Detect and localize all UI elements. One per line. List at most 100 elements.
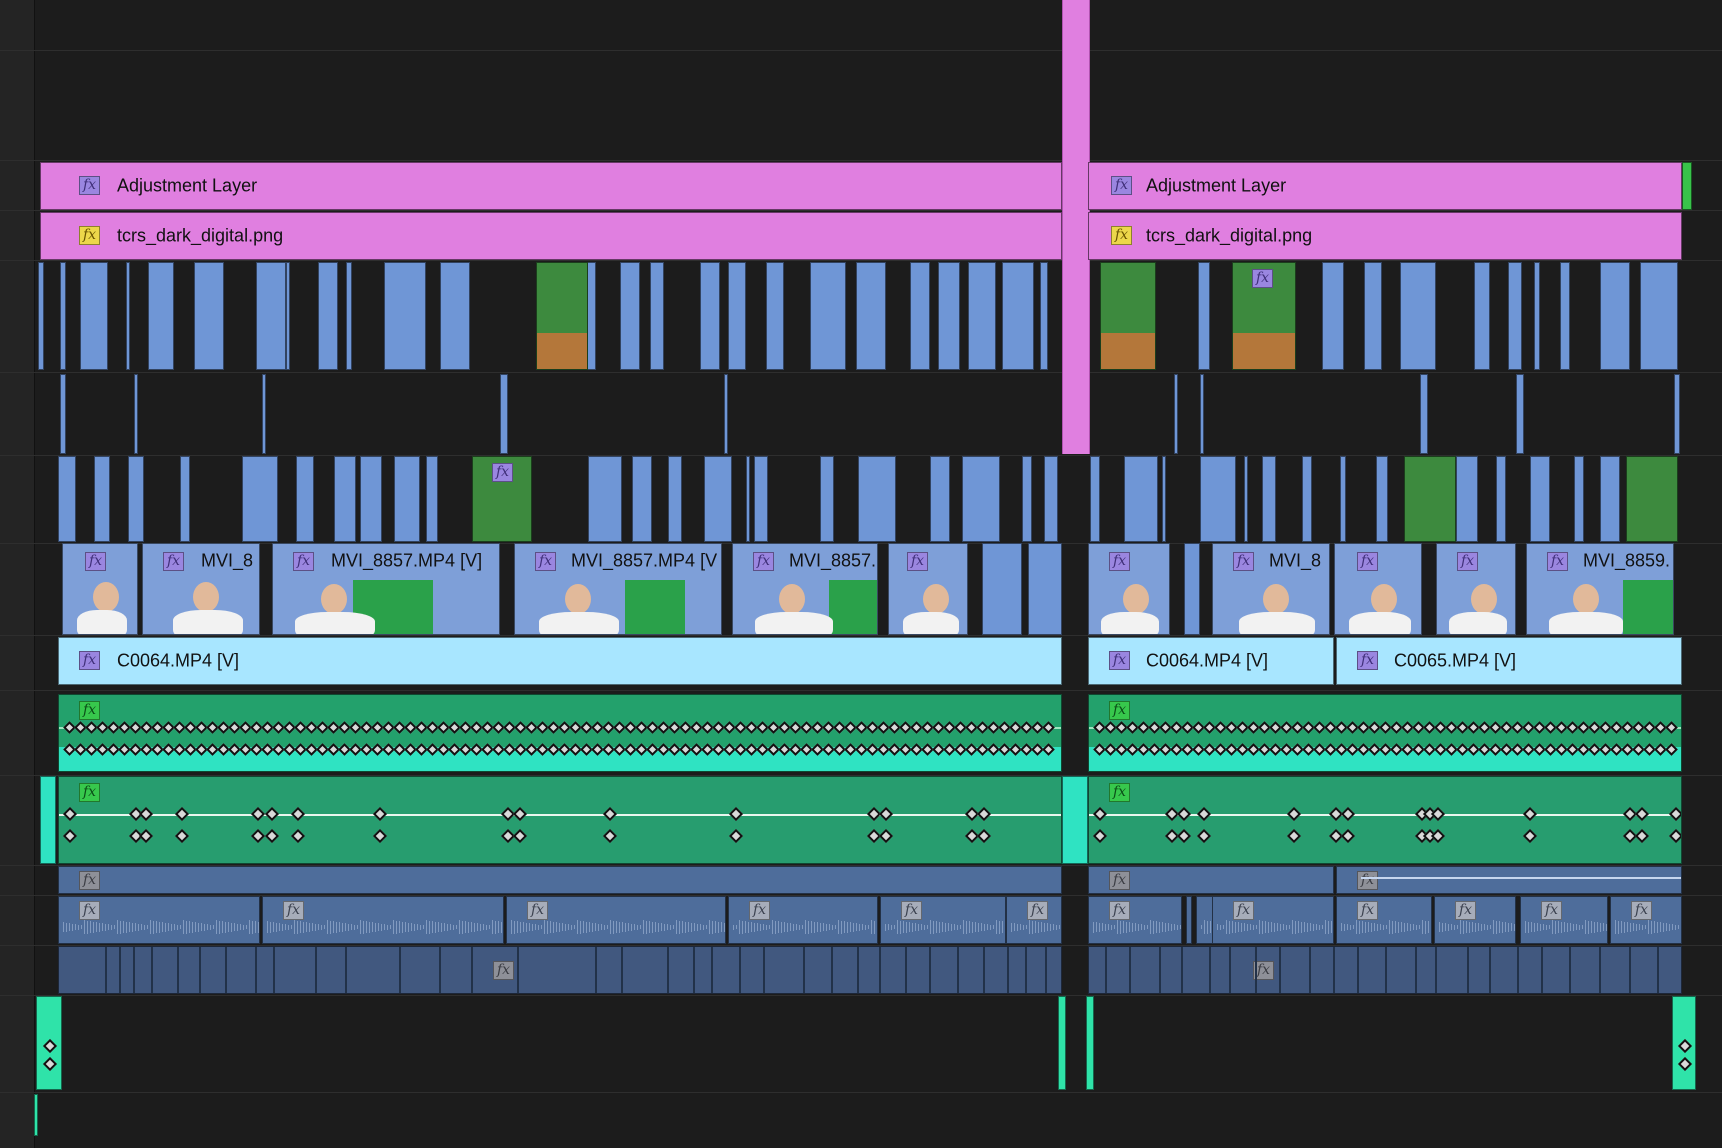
video-clip[interactable] xyxy=(1200,374,1204,454)
keyframe-icon[interactable] xyxy=(138,828,154,844)
keyframe-icon[interactable] xyxy=(602,806,618,822)
keyframe-icon[interactable] xyxy=(290,806,306,822)
keyframe-icon[interactable] xyxy=(1286,828,1302,844)
video-clip[interactable] xyxy=(968,262,996,370)
video-thumbnail-clip[interactable] xyxy=(1626,456,1678,542)
video-clip[interactable] xyxy=(1364,262,1382,370)
video-clip[interactable] xyxy=(384,262,426,370)
video-clip[interactable] xyxy=(194,262,224,370)
audio-clip[interactable] xyxy=(1086,996,1094,1090)
video-clip[interactable] xyxy=(58,456,76,542)
keyframe-icon[interactable] xyxy=(602,828,618,844)
audio-clip[interactable]: fx xyxy=(58,896,260,944)
video-clip[interactable] xyxy=(1174,374,1178,454)
png-clip[interactable]: fx tcrs_dark_digital.png xyxy=(1088,212,1682,260)
keyframe-icon[interactable] xyxy=(878,806,894,822)
video-clip[interactable] xyxy=(94,456,110,542)
keyframe-icon[interactable] xyxy=(1042,721,1055,734)
keyframe-icon[interactable] xyxy=(1092,828,1108,844)
keyframe-icon[interactable] xyxy=(1677,1038,1693,1054)
audio-clip[interactable]: fx xyxy=(1088,896,1182,944)
keyframe-icon[interactable] xyxy=(42,1056,58,1072)
video-thumbnail-clip[interactable] xyxy=(1100,262,1156,370)
keyframe-icon[interactable] xyxy=(1286,806,1302,822)
video-clip[interactable] xyxy=(1516,374,1524,454)
video-clip[interactable] xyxy=(1534,262,1540,370)
keyframe-icon[interactable] xyxy=(878,828,894,844)
video-clip[interactable]: fx xyxy=(1334,543,1422,635)
video-clip[interactable] xyxy=(1674,374,1680,454)
video-clip[interactable] xyxy=(1474,262,1490,370)
video-clip[interactable] xyxy=(256,262,286,370)
keyframe-icon[interactable] xyxy=(512,828,528,844)
video-clip[interactable] xyxy=(80,262,108,370)
video-clip[interactable] xyxy=(668,456,682,542)
video-clip[interactable] xyxy=(766,262,784,370)
video-clip[interactable] xyxy=(1028,543,1062,635)
video-clip[interactable] xyxy=(1400,262,1436,370)
adjustment-layer-clip[interactable]: fx Adjustment Layer xyxy=(1088,162,1682,210)
keyframe-icon[interactable] xyxy=(728,806,744,822)
video-clip[interactable] xyxy=(1600,456,1620,542)
video-clip[interactable] xyxy=(700,262,720,370)
video-clip[interactable] xyxy=(1420,374,1428,454)
video-clip[interactable] xyxy=(346,262,352,370)
video-clip[interactable] xyxy=(1376,456,1388,542)
video-clip[interactable] xyxy=(38,262,44,370)
video-clip[interactable]: fx MVI_8857.MP4 [V] xyxy=(272,543,500,635)
video-clip[interactable] xyxy=(1198,262,1210,370)
video-clip[interactable] xyxy=(1090,456,1100,542)
audio-clip[interactable]: fx xyxy=(1006,896,1062,944)
keyframe-icon[interactable] xyxy=(1677,1056,1693,1072)
video-clip[interactable] xyxy=(724,374,728,454)
video-clip[interactable]: fx xyxy=(62,543,138,635)
keyframe-icon[interactable] xyxy=(264,806,280,822)
audio-clip[interactable]: fx xyxy=(58,946,1062,994)
audio-clip[interactable] xyxy=(1058,996,1066,1090)
keyframe-icon[interactable] xyxy=(250,806,266,822)
video-clip[interactable] xyxy=(242,456,278,542)
video-clip[interactable] xyxy=(440,262,470,370)
audio-clip[interactable] xyxy=(1672,996,1696,1090)
video-clip[interactable] xyxy=(820,456,834,542)
playhead-marker[interactable] xyxy=(1062,0,1090,454)
video-clip[interactable] xyxy=(962,456,1000,542)
keyframe-icon[interactable] xyxy=(1196,806,1212,822)
video-clip[interactable] xyxy=(910,262,930,370)
video-clip[interactable] xyxy=(60,262,66,370)
video-clip[interactable] xyxy=(650,262,664,370)
nested-sequence-clip[interactable]: fx C0064.MP4 [V] xyxy=(58,637,1062,685)
video-thumbnail-clip[interactable] xyxy=(536,262,588,370)
keyframe-icon[interactable] xyxy=(42,1038,58,1054)
video-clip[interactable] xyxy=(1200,456,1236,542)
keyframe-icon[interactable] xyxy=(1665,721,1678,734)
video-clip[interactable]: fx MVI_8 xyxy=(1212,543,1330,635)
video-clip[interactable] xyxy=(754,456,768,542)
audio-clip-edge[interactable] xyxy=(1062,776,1088,864)
keyframe-icon[interactable] xyxy=(728,828,744,844)
audio-clip[interactable]: fx xyxy=(1088,866,1334,894)
nested-sequence-clip[interactable]: fx C0064.MP4 [V] xyxy=(1088,637,1334,685)
clip-edge[interactable] xyxy=(1682,162,1692,210)
video-clip[interactable] xyxy=(394,456,420,542)
audio-clip[interactable]: fx xyxy=(1610,896,1682,944)
keyframe-icon[interactable] xyxy=(138,806,154,822)
audio-clip[interactable]: fx xyxy=(262,896,504,944)
video-clip[interactable] xyxy=(1640,262,1678,370)
video-clip[interactable] xyxy=(728,262,746,370)
nested-sequence-clip[interactable]: fx C0065.MP4 [V] xyxy=(1336,637,1682,685)
video-clip[interactable] xyxy=(1040,262,1048,370)
video-clip[interactable] xyxy=(1162,456,1166,542)
audio-clip[interactable]: fx xyxy=(1088,946,1682,994)
audio-clip[interactable] xyxy=(1186,896,1192,944)
keyframe-icon[interactable] xyxy=(1176,828,1192,844)
video-clip[interactable] xyxy=(296,456,314,542)
video-clip[interactable] xyxy=(858,456,896,542)
keyframe-icon[interactable] xyxy=(1340,806,1356,822)
video-clip[interactable] xyxy=(704,456,732,542)
video-clip[interactable] xyxy=(318,262,338,370)
video-clip[interactable] xyxy=(126,262,130,370)
keyframe-icon[interactable] xyxy=(290,828,306,844)
video-clip[interactable] xyxy=(1508,262,1522,370)
video-clip[interactable] xyxy=(180,456,190,542)
